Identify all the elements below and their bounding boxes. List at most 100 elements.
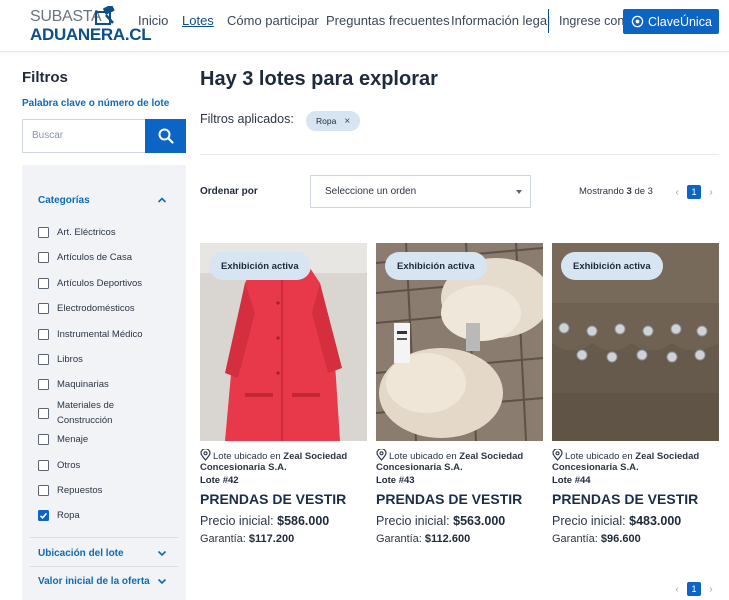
guarantee-label: Garantía: [200,533,246,545]
checkbox[interactable] [38,303,49,314]
section-divider [30,566,178,567]
next-page-icon[interactable]: › [705,584,717,595]
chip-label: Ropa [316,116,337,126]
location-prefix: Lote ubicado en [213,451,281,462]
nav-lotes[interactable]: Lotes [182,13,214,28]
prev-page-icon[interactable]: ‹ [671,584,683,595]
nav-inicio[interactable]: Inicio [138,13,168,28]
category-instrumental-medico[interactable]: Instrumental Médico [38,329,143,340]
category-otros[interactable]: Otros [38,460,80,471]
clave-unica-label: ClaveÚnica [648,14,712,29]
pagination-bottom: ‹ 1 › [671,582,717,596]
categories-toggle[interactable]: Categorías [38,195,90,206]
price-value: $563.000 [453,514,506,528]
guarantee-label: Garantía: [552,533,598,545]
category-repuestos[interactable]: Repuestos [38,485,102,496]
lot-title[interactable]: PRENDAS DE VESTIR [376,491,522,507]
checkbox[interactable] [38,434,49,445]
lot-image[interactable]: Exhibición activa [376,243,543,441]
sort-select[interactable]: Seleccione un orden [310,175,531,208]
lot-image[interactable]: Exhibición activa [200,243,367,441]
lot-title[interactable]: PRENDAS DE VESTIR [552,491,698,507]
site-header: SUBASTA ADUANERA.CL Inicio Lotes Cómo pa… [0,0,729,52]
price-label: Precio inicial: [200,514,274,528]
category-ropa[interactable]: Ropa [38,510,80,521]
filter-panel: Categorías Art. Eléctricos Artículos de … [22,165,186,600]
pagination-top: ‹ 1 › [671,185,717,199]
chevron-down-icon[interactable] [157,576,167,586]
lot-guarantee: Garantía: $112.600 [376,533,470,545]
category-articulos-deportivos[interactable]: Artículos Deportivos [38,278,142,289]
checkbox[interactable] [38,252,49,263]
results-count: Mostrando 3 de 3 [579,186,653,197]
category-art-electricos[interactable]: Art. Eléctricos [38,227,116,238]
site-logo[interactable]: SUBASTA ADUANERA.CL [30,6,152,46]
lot-price: Precio inicial: $483.000 [552,514,681,528]
price-value: $586.000 [277,514,330,528]
category-menaje[interactable]: Menaje [38,434,88,445]
search-input[interactable]: Buscar [22,119,146,153]
category-label: Materiales de Construcción [57,400,115,426]
checkbox[interactable] [38,379,49,390]
close-icon[interactable]: × [344,116,350,127]
nav-informacion-legal[interactable]: Información legal [451,13,550,28]
status-badge: Exhibición activa [561,252,663,280]
search-button[interactable] [145,119,186,153]
status-badge: Exhibición activa [209,252,311,280]
lot-location: Lote ubicado en Zeal Sociedad Concesiona… [376,449,543,473]
category-libros[interactable]: Libros [38,354,83,365]
category-articulos-de-casa[interactable]: Artículos de Casa [38,252,132,263]
lot-price: Precio inicial: $563.000 [376,514,505,528]
guarantee-label: Garantía: [376,533,422,545]
applied-filter-chip[interactable]: Ropa × [306,111,360,131]
checkbox[interactable] [38,278,49,289]
lot-guarantee: Garantía: $96.600 [552,533,641,545]
clave-unica-button[interactable]: ClaveÚnica [623,9,719,34]
location-toggle[interactable]: Ubicación del lote [38,548,124,559]
clave-unica-icon [631,15,644,28]
category-maquinarias[interactable]: Maquinarias [38,379,109,390]
caret-down-icon [516,190,522,194]
gavel-logo-icon [95,6,115,25]
lot-title[interactable]: PRENDAS DE VESTIR [200,491,346,507]
page-1-button[interactable]: 1 [687,185,701,199]
category-electrodomesticos[interactable]: Electrodomésticos [38,303,135,314]
prev-page-icon[interactable]: ‹ [671,187,683,198]
checkbox[interactable] [38,329,49,340]
checkbox[interactable] [38,354,49,365]
lot-image[interactable]: Exhibición activa [552,243,719,441]
showing-count: 3 [626,186,632,197]
showing-suffix: de 3 [634,186,653,197]
status-badge: Exhibición activa [385,252,487,280]
value-toggle[interactable]: Valor inicial de la oferta [38,576,150,587]
page-1-button[interactable]: 1 [687,582,701,596]
checkbox[interactable] [38,460,49,471]
checkbox-checked[interactable] [38,510,49,521]
nav-como-participar[interactable]: Cómo participar [227,13,319,28]
sort-label: Ordenar por [200,186,258,197]
location-prefix: Lote ubicado en [389,451,457,462]
category-label: Instrumental Médico [57,329,143,340]
category-label: Electrodomésticos [57,303,135,314]
section-divider [30,537,178,538]
guarantee-value: $96.600 [600,533,641,545]
category-materiales-de-construccion[interactable]: Materiales de Construcción [38,398,135,428]
filters-title: Filtros [22,69,68,86]
price-label: Precio inicial: [552,514,626,528]
location-prefix: Lote ubicado en [565,451,633,462]
price-label: Precio inicial: [376,514,450,528]
category-label: Ropa [57,510,80,521]
sort-value: Seleccione un orden [325,186,417,197]
category-label: Art. Eléctricos [57,227,116,238]
chevron-up-icon[interactable] [157,195,167,205]
lot-number: Lote #43 [376,475,415,486]
next-page-icon[interactable]: › [705,187,717,198]
checkbox[interactable] [38,485,49,496]
checkbox[interactable] [38,407,49,419]
lot-number: Lote #42 [200,475,239,486]
checkbox[interactable] [38,227,49,238]
chevron-down-icon[interactable] [157,548,167,558]
nav-preguntas-frecuentes[interactable]: Preguntas frecuentes [326,13,450,28]
category-label: Repuestos [57,485,103,496]
lot-location: Lote ubicado en Zeal Sociedad Concesiona… [200,449,367,473]
